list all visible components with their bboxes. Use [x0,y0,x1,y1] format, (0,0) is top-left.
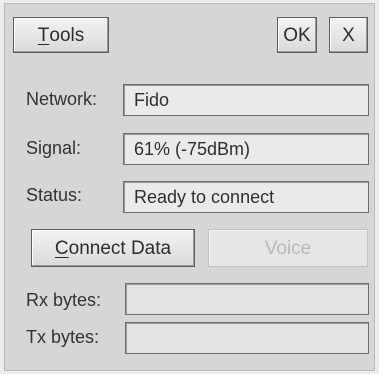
signal-label: Signal: [26,138,82,158]
network-value: Fido [134,89,170,110]
ok-label: OK [283,24,311,46]
connect-data-label: onnect Data [68,237,172,259]
tx-bytes-label: Tx bytes: [26,327,100,347]
ok-button[interactable]: OK [277,17,317,53]
tools-menu-button[interactable]: Tools [13,17,109,53]
network-dialog: Tools OK X Network: Fido Signal: 61% (-7… [4,3,375,371]
signal-value: 61% (-75dBm) [134,138,251,159]
connect-data-button[interactable]: Connect Data [31,229,195,267]
tools-label: ools [49,24,85,46]
status-value: Ready to connect [134,186,275,207]
voice-label: Voice [264,237,312,259]
tools-accelerator: T [37,24,50,46]
status-label: Status: [26,185,83,205]
connect-accelerator: C [54,237,69,259]
voice-button[interactable]: Voice [208,229,368,267]
close-icon: X [342,24,355,46]
rx-bytes-field [125,283,369,315]
status-field: Ready to connect [123,181,369,213]
close-button[interactable]: X [329,17,368,53]
signal-field: 61% (-75dBm) [123,133,369,165]
network-label: Network: [26,89,98,109]
network-field: Fido [123,84,369,116]
tx-bytes-field [125,322,369,354]
rx-bytes-label: Rx bytes: [26,290,102,310]
